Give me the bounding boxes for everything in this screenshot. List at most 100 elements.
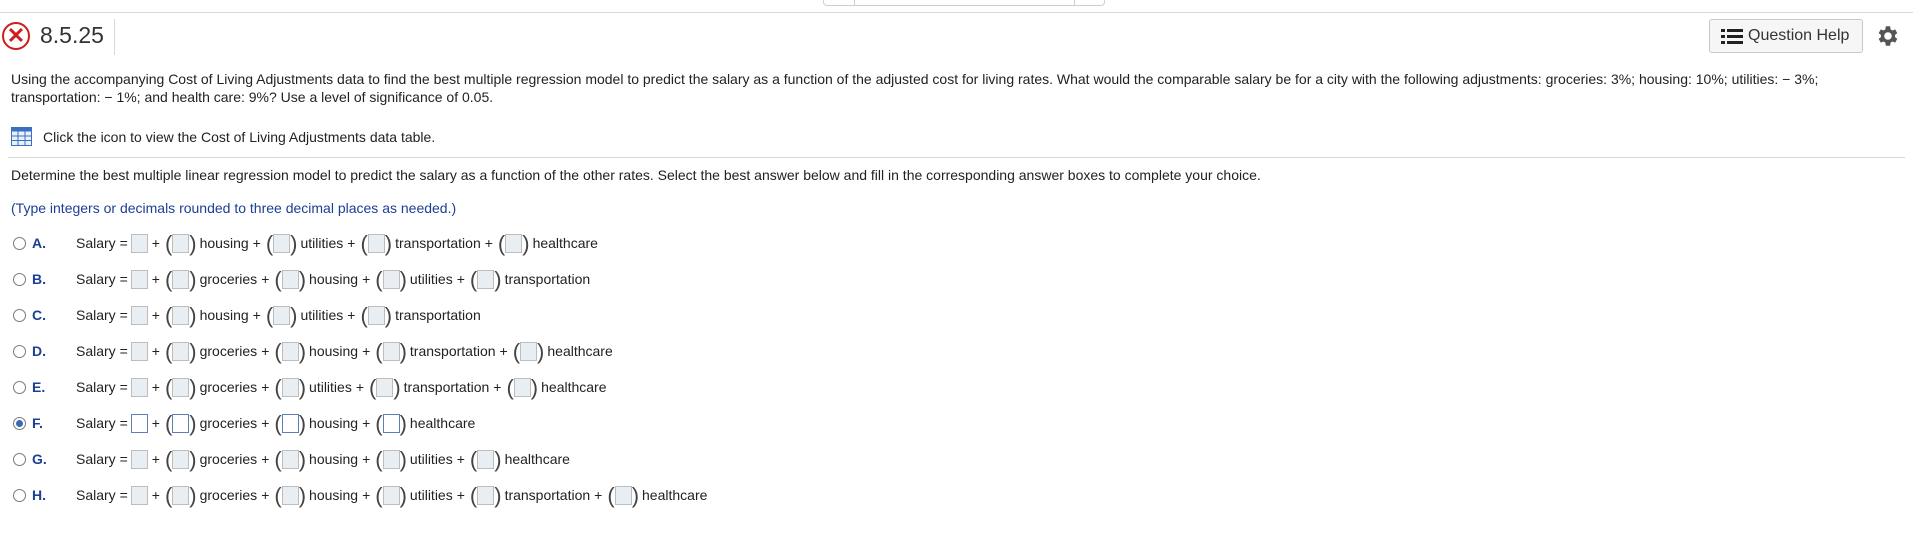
term-healthcare: () healthcare xyxy=(607,484,707,506)
coefficient-input-transportation[interactable] xyxy=(367,305,385,325)
answer-choice-f[interactable]: F. Salary = +() groceries +() housing +() healt… xyxy=(13,411,475,435)
coefficient-input-utilities[interactable] xyxy=(273,233,291,253)
coefficient-input-housing[interactable] xyxy=(172,233,190,253)
coefficient-input-utilities[interactable] xyxy=(382,449,400,469)
answer-hint: (Type integers or decimals rounded to th… xyxy=(11,200,457,216)
open-paren: ( xyxy=(497,230,506,256)
close-paren: ) xyxy=(537,338,545,364)
answer-choice-d[interactable]: D. Salary = +() groceries +() housing +() trans… xyxy=(13,339,613,363)
coefficient-input-groceries[interactable] xyxy=(172,449,190,469)
problem-statement: Using the accompanying Cost of Living Ad… xyxy=(11,71,1819,105)
coefficient-input-transportation[interactable] xyxy=(382,341,400,361)
variable-label: housing xyxy=(309,451,359,467)
radio-button[interactable] xyxy=(13,488,26,502)
plus-sign: + xyxy=(261,379,270,395)
coefficient-input-utilities[interactable] xyxy=(273,305,291,325)
gear-icon[interactable] xyxy=(1874,23,1900,49)
data-table-link[interactable]: Click the icon to view the Cost of Livin… xyxy=(11,127,435,146)
plus-sign: + xyxy=(261,415,270,431)
variable-label: housing xyxy=(309,415,359,431)
answer-choice-g[interactable]: G. Salary = +() groceries +() housing +() utili… xyxy=(13,447,570,471)
coefficient-input-healthcare[interactable] xyxy=(382,413,400,433)
section-divider xyxy=(8,157,1905,158)
intercept-input[interactable] xyxy=(130,305,148,325)
coefficient-input-groceries[interactable] xyxy=(172,413,190,433)
variable-label: healthcare xyxy=(532,235,598,251)
open-paren: ( xyxy=(274,266,282,292)
coefficient-input-healthcare[interactable] xyxy=(614,485,632,505)
radio-button[interactable] xyxy=(13,344,26,358)
term-housing: () housing xyxy=(274,410,359,436)
intercept-input[interactable] xyxy=(130,233,148,253)
coefficient-input-healthcare[interactable] xyxy=(477,449,495,469)
variable-label: healthcare xyxy=(541,379,607,395)
term-transportation: () transportation xyxy=(470,266,590,292)
coefficient-input-healthcare[interactable] xyxy=(505,233,523,253)
coefficient-input-transportation[interactable] xyxy=(477,485,495,505)
radio-button[interactable] xyxy=(13,272,26,286)
intercept-input[interactable] xyxy=(130,449,148,469)
plus-sign: + xyxy=(252,235,261,251)
open-paren: ( xyxy=(369,374,377,400)
answer-choice-a[interactable]: A. Salary = +() housing +() utilities +() trans… xyxy=(13,231,598,255)
variable-label: healthcare xyxy=(409,415,476,431)
radio-button[interactable] xyxy=(13,308,26,322)
term-housing: () housing xyxy=(165,304,249,326)
close-paren: ) xyxy=(298,410,307,436)
intercept-input[interactable] xyxy=(130,377,148,397)
top-tab-strip xyxy=(823,0,1105,6)
plus-sign: + xyxy=(261,343,270,359)
question-help-button[interactable]: Question Help xyxy=(1709,19,1863,53)
coefficient-input-groceries[interactable] xyxy=(172,341,190,361)
coefficient-input-utilities[interactable] xyxy=(382,269,400,289)
open-paren: ( xyxy=(164,482,173,508)
plus-sign: + xyxy=(362,343,371,359)
coefficient-input-housing[interactable] xyxy=(281,413,299,433)
data-table-icon[interactable] xyxy=(11,127,32,146)
term-groceries: () groceries xyxy=(165,412,257,434)
coefficient-input-housing[interactable] xyxy=(281,341,299,361)
coefficient-input-utilities[interactable] xyxy=(281,377,299,397)
variable-label: transportation xyxy=(403,379,490,395)
answer-choice-b[interactable]: B. Salary = +() groceries +() housing +() utili… xyxy=(13,267,590,291)
radio-button[interactable] xyxy=(13,236,26,250)
intercept-input[interactable] xyxy=(130,269,148,289)
plus-sign: + xyxy=(261,271,270,287)
open-paren: ( xyxy=(375,410,383,436)
coefficient-input-groceries[interactable] xyxy=(172,485,190,505)
coefficient-input-transportation[interactable] xyxy=(376,377,394,397)
coefficient-input-healthcare[interactable] xyxy=(520,341,538,361)
variable-label: utilities xyxy=(409,451,453,467)
coefficient-input-housing[interactable] xyxy=(281,485,299,505)
close-paren: ) xyxy=(494,266,502,292)
intercept-input[interactable] xyxy=(130,341,148,361)
choice-letter: E. xyxy=(32,379,46,395)
intercept-input[interactable] xyxy=(130,413,148,433)
salary-label: Salary = xyxy=(76,343,128,359)
term-transportation: () transportation xyxy=(375,340,495,362)
radio-button[interactable] xyxy=(13,452,26,466)
variable-label: transportation xyxy=(504,487,591,503)
coefficient-input-healthcare[interactable] xyxy=(513,377,531,397)
open-paren: ( xyxy=(274,410,282,436)
coefficient-input-groceries[interactable] xyxy=(172,269,190,289)
variable-label: utilities xyxy=(309,379,352,395)
coefficient-input-transportation[interactable] xyxy=(367,233,385,253)
coefficient-input-utilities[interactable] xyxy=(382,485,400,505)
coefficient-input-transportation[interactable] xyxy=(477,269,495,289)
answer-choice-h[interactable]: H. Salary = +() groceries +() housing +() utili… xyxy=(13,483,707,507)
coefficient-input-groceries[interactable] xyxy=(172,377,190,397)
plus-sign: + xyxy=(151,379,160,395)
intercept-input[interactable] xyxy=(130,485,148,505)
answer-choice-e[interactable]: E. Salary = +() groceries +() utilities +() tra… xyxy=(13,375,607,399)
answer-choice-c[interactable]: C. Salary = +() housing +() utilities +() trans… xyxy=(13,303,481,327)
plus-sign: + xyxy=(499,343,508,359)
close-paren: ) xyxy=(384,230,393,256)
coefficient-input-housing[interactable] xyxy=(172,305,190,325)
coefficient-input-housing[interactable] xyxy=(281,269,299,289)
coefficient-input-housing[interactable] xyxy=(281,449,299,469)
radio-button[interactable] xyxy=(13,416,26,430)
radio-button[interactable] xyxy=(13,380,26,394)
variable-label: housing xyxy=(199,235,249,251)
close-paren: ) xyxy=(189,266,197,292)
